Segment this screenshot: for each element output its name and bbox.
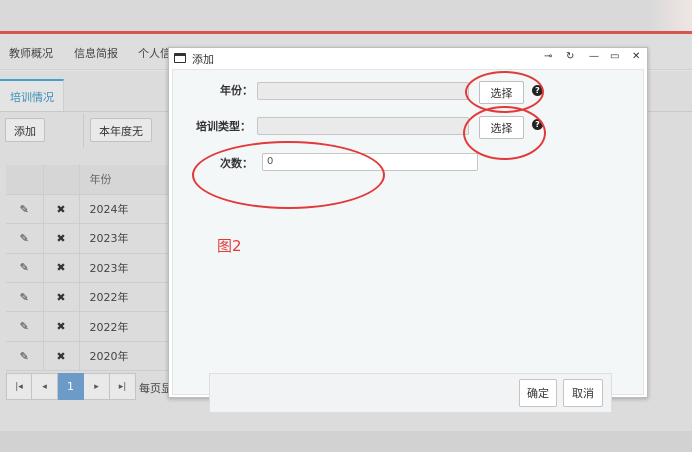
table-header-row: 年份 <box>6 165 176 195</box>
confirm-button[interactable]: 确定 <box>519 379 557 407</box>
dialog-titlebar[interactable]: 添加 ⊸ ↻ — ▭ ✕ <box>169 48 647 69</box>
close-icon[interactable]: ✖ <box>56 350 65 363</box>
year-cell: 2020年 <box>79 341 176 372</box>
column-header-year[interactable]: 年份 <box>79 165 176 195</box>
close-icon[interactable]: ✖ <box>56 291 65 304</box>
tab-training-label: 培训情况 <box>10 91 54 104</box>
current-year-filter-button[interactable]: 本年度无 <box>90 118 152 142</box>
add-button[interactable]: 添加 <box>5 118 45 142</box>
pagination: |◂ ◂ 1 ▸ ▸| <box>6 373 136 400</box>
year-cell: 2023年 <box>79 253 176 284</box>
close-icon[interactable]: ✖ <box>56 320 65 333</box>
training-type-field[interactable] <box>257 117 469 135</box>
annotation-circle-type-select <box>463 106 546 160</box>
maximize-icon[interactable]: ▭ <box>610 51 619 62</box>
nav-item-teacher-overview[interactable]: 教师概况 <box>9 45 53 61</box>
dialog-title: 添加 <box>192 53 214 66</box>
training-type-label: 培训类型： <box>196 120 251 133</box>
training-table: 年份 ✎ ✖ 2024年 ✎ ✖ 2023年 ✎ ✖ 2023年 ✎ ✖ 202… <box>6 165 176 372</box>
year-cell: 2022年 <box>79 282 176 313</box>
annotation-circle-count <box>192 141 385 209</box>
first-page-button[interactable]: |◂ <box>6 373 32 400</box>
dialog-body: 年份： 选择 ? 培训类型： 选择 ? 次数： 0 确定 取消 <box>172 69 644 413</box>
year-cell: 2024年 <box>79 194 176 225</box>
nav-item-info-brief[interactable]: 信息简报 <box>74 45 118 61</box>
next-page-button[interactable]: ▸ <box>84 373 110 400</box>
prev-page-button[interactable]: ◂ <box>32 373 58 400</box>
close-icon[interactable]: ✖ <box>56 261 65 274</box>
cancel-button[interactable]: 取消 <box>563 379 603 407</box>
refresh-icon[interactable]: ↻ <box>566 51 574 62</box>
page-number-current[interactable]: 1 <box>58 373 84 400</box>
close-icon[interactable]: ✖ <box>56 203 65 216</box>
bottom-bar <box>0 431 692 452</box>
header-glare <box>648 0 692 31</box>
nav-item-personal[interactable]: 个人信 <box>138 45 171 61</box>
close-icon[interactable]: ✖ <box>56 232 65 245</box>
toolbar-separator <box>83 114 84 148</box>
minimize-icon[interactable]: — <box>589 51 599 62</box>
annotation-label: 图2 <box>217 237 242 255</box>
pin-icon[interactable]: ⊸ <box>544 51 552 62</box>
close-icon[interactable]: ✕ <box>632 51 640 62</box>
pencil-icon[interactable]: ✎ <box>20 203 29 216</box>
pencil-icon[interactable]: ✎ <box>20 261 29 274</box>
table-row: ✎ ✖ 2023年 <box>6 223 176 254</box>
pencil-icon[interactable]: ✎ <box>20 232 29 245</box>
last-page-button[interactable]: ▸| <box>110 373 136 400</box>
year-cell: 2022年 <box>79 311 176 342</box>
table-row: ✎ ✖ 2022年 <box>6 282 176 313</box>
add-dialog: 添加 ⊸ ↻ — ▭ ✕ 年份： 选择 ? 培训类型： 选择 ? 次数： 0 确… <box>168 47 648 413</box>
tab-training[interactable]: 培训情况 <box>0 79 64 111</box>
table-row: ✎ ✖ 2023年 <box>6 253 176 284</box>
pencil-icon[interactable]: ✎ <box>20 320 29 333</box>
year-field[interactable] <box>257 82 469 100</box>
pencil-icon[interactable]: ✎ <box>20 350 29 363</box>
top-header-bar <box>0 0 692 31</box>
year-cell: 2023年 <box>79 223 176 254</box>
window-icon <box>174 53 186 63</box>
table-row: ✎ ✖ 2020年 <box>6 341 176 372</box>
year-label: 年份： <box>220 84 253 97</box>
table-row: ✎ ✖ 2022年 <box>6 311 176 342</box>
table-row: ✎ ✖ 2024年 <box>6 194 176 225</box>
pencil-icon[interactable]: ✎ <box>20 291 29 304</box>
